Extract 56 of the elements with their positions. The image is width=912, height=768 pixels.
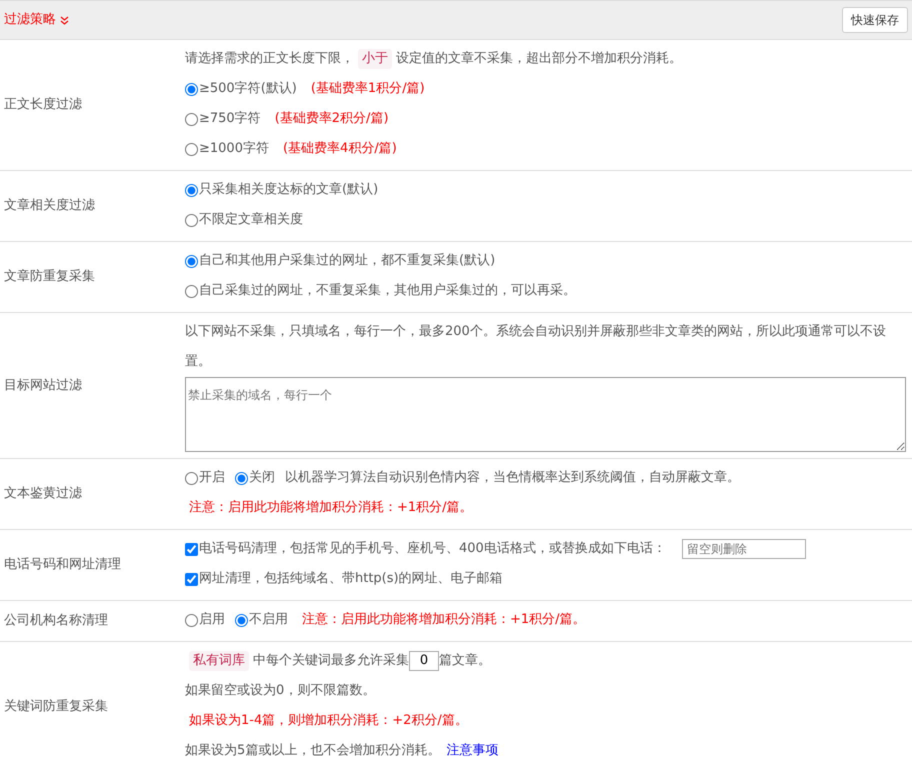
option-label[interactable]: 不限定文章相关度 bbox=[199, 205, 303, 235]
warning-note: (基础费率4积分/篇) bbox=[282, 140, 397, 158]
radio-button[interactable] bbox=[185, 254, 198, 268]
option-label[interactable]: 启用 bbox=[199, 605, 225, 635]
option-label[interactable]: 开启 bbox=[199, 463, 225, 493]
save-button[interactable]: 快速保存 bbox=[842, 7, 908, 33]
radio-button[interactable] bbox=[185, 284, 198, 298]
phone-input[interactable]: 留空则删除 bbox=[682, 539, 806, 559]
help-text: 以下网站不采集，只填域名，每行一个，最多200个。系统会自动识别并屏蔽那些非文章类的网站，所以此项通常可以不设置。 bbox=[185, 323, 887, 371]
keyword-tag: 私有词库 bbox=[189, 651, 249, 671]
count-input[interactable]: 0 bbox=[409, 651, 439, 671]
field-label: 公司机构名称清理 bbox=[4, 612, 108, 630]
help-text: 请选择需求的正文长度下限， bbox=[185, 50, 354, 68]
option-label[interactable]: 自己采集过的网址，不重复采集，其他用户采集过的，可以再采。 bbox=[199, 276, 576, 306]
warning-note: 注意：启用此功能将增加积分消耗：+1积分/篇。 bbox=[302, 611, 586, 629]
warning-note: 注意：启用此功能将增加积分消耗：+1积分/篇。 bbox=[189, 499, 473, 517]
checkbox[interactable] bbox=[185, 572, 198, 586]
notice-link[interactable]: 注意事项 bbox=[446, 736, 498, 766]
help-text: 如果设为5篇或以上，也不会增加积分消耗。 bbox=[185, 742, 440, 760]
option-label[interactable]: 只采集相关度达标的文章(默认) bbox=[199, 175, 378, 205]
field-label: 目标网站过滤 bbox=[4, 376, 82, 395]
option-label[interactable]: ≥500字符(默认) bbox=[199, 74, 297, 104]
help-text: 以机器学习算法自动识别色情内容，当色情概率达到系统阈值，自动屏蔽文章。 bbox=[285, 469, 740, 487]
double-chevron-icon bbox=[60, 16, 69, 24]
radio-button[interactable] bbox=[185, 82, 198, 96]
field-label: 文本鉴黄过滤 bbox=[4, 485, 82, 504]
option-label[interactable]: 自己和其他用户采集过的网址，都不重复采集(默认) bbox=[199, 246, 496, 276]
warning-note: 如果设为1-4篇，则增加积分消耗：+2积分/篇。 bbox=[189, 712, 468, 730]
radio-button[interactable] bbox=[185, 142, 198, 156]
radio-button[interactable] bbox=[185, 112, 198, 126]
field-label: 电话号码和网址清理 bbox=[4, 556, 121, 574]
domain-textarea[interactable]: 禁止采集的域名，每行一个 bbox=[185, 377, 906, 452]
help-text: 设定值的文章不采集，超出部分不增加积分消耗。 bbox=[396, 50, 682, 68]
warning-note: (基础费率2积分/篇) bbox=[274, 110, 389, 128]
help-text: 篇文章。 bbox=[439, 652, 491, 670]
radio-button[interactable] bbox=[185, 614, 198, 626]
option-label[interactable]: 关闭 bbox=[249, 463, 275, 493]
radio-button[interactable] bbox=[185, 184, 198, 196]
field-label: 文章相关度过滤 bbox=[4, 197, 95, 216]
warning-note: (基础费率1积分/篇) bbox=[310, 80, 425, 98]
radio-button[interactable] bbox=[185, 214, 198, 226]
keyword-tag: 小于 bbox=[358, 49, 392, 69]
option-label[interactable]: ≥750字符 bbox=[199, 104, 261, 134]
option-label[interactable]: ≥1000字符 bbox=[199, 134, 269, 164]
help-text: 中每个关键词最多允许采集 bbox=[253, 652, 409, 670]
option-label[interactable]: 不启用 bbox=[249, 605, 288, 635]
checkbox[interactable] bbox=[185, 542, 198, 556]
radio-button[interactable] bbox=[235, 614, 248, 626]
field-label: 关键词防重复采集 bbox=[4, 698, 108, 716]
option-label[interactable]: 电话号码清理，包括常见的手机号、座机号、400电话格式，或替换成如下电话： bbox=[199, 534, 666, 564]
option-label[interactable]: 网址清理，包括纯域名、带http(s)的网址、电子邮箱 bbox=[199, 564, 503, 594]
radio-button[interactable] bbox=[235, 472, 248, 484]
field-label: 正文长度过滤 bbox=[4, 96, 82, 114]
field-label: 文章防重复采集 bbox=[4, 268, 95, 286]
help-text: 如果留空或设为0，则不限篇数。 bbox=[185, 682, 376, 700]
radio-button[interactable] bbox=[185, 472, 198, 484]
